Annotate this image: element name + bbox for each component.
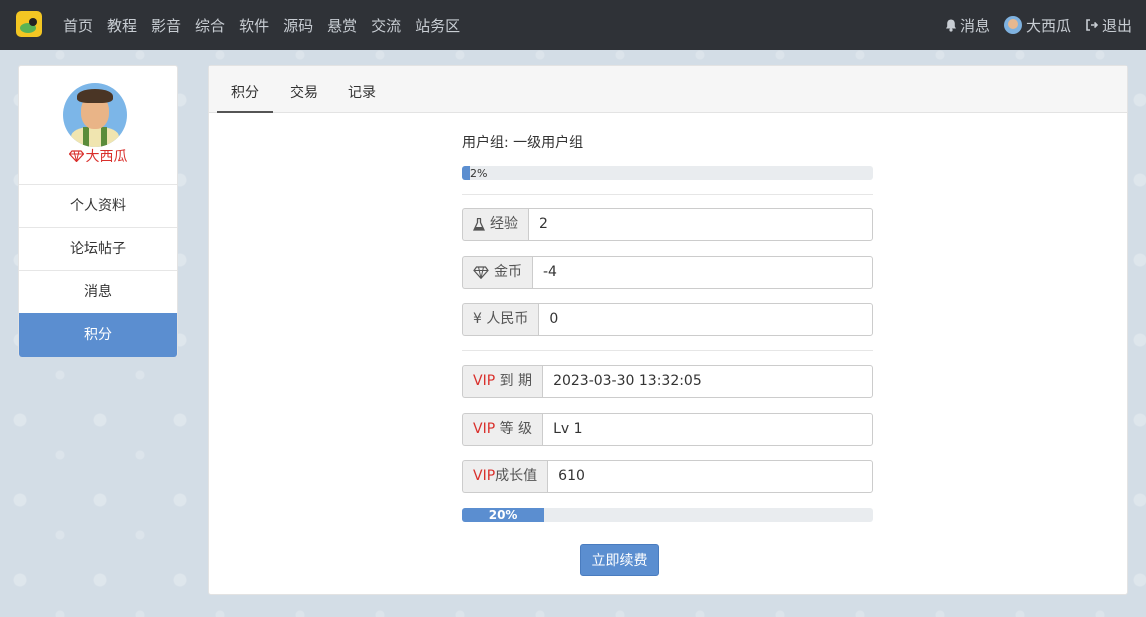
credits-panel: 积分 交易 记录 用户组: 一级用户组 2% 经验 2 金币 -4 ¥ 人民币 …: [208, 65, 1128, 595]
sidebar-username: 大西瓜: [19, 146, 177, 166]
exp-field: 2: [528, 208, 873, 241]
vip-level-addon: VIP 等 级: [462, 413, 543, 446]
sidebar-item-profile[interactable]: 个人资料: [19, 184, 177, 227]
sidebar-username-text: 大西瓜: [85, 149, 128, 165]
nav-item-bounty[interactable]: 悬赏: [320, 15, 364, 36]
level-progress-fill: [462, 166, 471, 180]
messages-link[interactable]: 消息: [945, 15, 990, 36]
vip-level-group: VIP 等 级 Lv 1: [462, 413, 873, 446]
tab-credits[interactable]: 积分: [217, 66, 273, 113]
nav-item-tutorials[interactable]: 教程: [100, 15, 144, 36]
bell-icon: [945, 19, 956, 32]
divider: [462, 194, 873, 195]
level-progress-text: 2%: [470, 167, 488, 180]
exp-label: 经验: [490, 216, 518, 232]
top-navbar: 首页 教程 影音 综合 软件 源码 悬赏 交流 站务区 消息 大西瓜 退出: [0, 0, 1146, 50]
exp-addon: 经验: [462, 208, 528, 241]
nav-item-software[interactable]: 软件: [232, 15, 276, 36]
rmb-field: 0: [538, 303, 873, 336]
vip-expire-addon: VIP 到 期: [462, 365, 543, 398]
tab-records[interactable]: 记录: [339, 66, 385, 112]
avatar: [63, 83, 127, 147]
logout-label: 退出: [1101, 16, 1132, 35]
sidebar-menu: 个人资料 论坛帖子 消息 积分: [19, 184, 177, 357]
diamond-icon: [473, 266, 489, 279]
nav-item-media[interactable]: 影音: [144, 15, 188, 36]
vip-level-field: Lv 1: [542, 413, 873, 446]
exp-group: 经验 2: [462, 208, 873, 241]
sidebar-item-messages[interactable]: 消息: [19, 270, 177, 313]
user-menu[interactable]: 大西瓜: [1003, 15, 1071, 36]
vip-progress-bar: 20%: [462, 508, 873, 522]
coins-group: 金币 -4: [462, 256, 873, 289]
avatar-icon: [1003, 16, 1022, 34]
nav-item-general[interactable]: 综合: [188, 15, 232, 36]
nav-item-site-affairs[interactable]: 站务区: [408, 15, 467, 36]
site-logo[interactable]: [16, 11, 42, 37]
rmb-group: ¥ 人民币 0: [462, 303, 873, 336]
coins-addon: 金币: [462, 256, 532, 289]
vip-progress-text: 20%: [488, 508, 518, 522]
flask-icon: [473, 218, 485, 231]
vip-growth-addon: VIP 成长值: [462, 460, 548, 493]
messages-label: 消息: [959, 16, 990, 35]
sidebar-item-credits[interactable]: 积分: [19, 313, 177, 357]
tab-trade[interactable]: 交易: [281, 66, 327, 112]
sign-out-icon: [1086, 19, 1099, 31]
vip-expire-prefix: VIP: [473, 373, 496, 389]
logout-link[interactable]: 退出: [1085, 15, 1132, 36]
sidebar-item-posts[interactable]: 论坛帖子: [19, 227, 177, 270]
coins-label: 金币: [494, 264, 522, 280]
divider: [462, 350, 873, 351]
nav-item-source[interactable]: 源码: [276, 15, 320, 36]
profile-sidebar: 大西瓜 个人资料 论坛帖子 消息 积分: [18, 65, 178, 357]
level-progress-bar: 2%: [462, 166, 873, 180]
vip-growth-field: 610: [547, 460, 873, 493]
vip-level-prefix: VIP: [473, 421, 496, 437]
rmb-label: ¥ 人民币: [473, 311, 529, 327]
vip-growth-prefix: VIP: [473, 468, 496, 484]
user-nav: 消息 大西瓜 退出: [931, 0, 1132, 50]
user-group: 用户组: 一级用户组: [462, 135, 584, 151]
coins-field: -4: [532, 256, 873, 289]
nav-username: 大西瓜: [1025, 16, 1071, 35]
vip-level-label: 等 级: [495, 421, 533, 437]
nav-item-home[interactable]: 首页: [56, 15, 100, 36]
vip-growth-label: 成长值: [495, 468, 538, 484]
vip-expire-field: 2023-03-30 13:32:05: [542, 365, 873, 398]
vip-expire-label: 到 期: [495, 373, 533, 389]
nav-item-exchange[interactable]: 交流: [364, 15, 408, 36]
vip-expire-group: VIP 到 期 2023-03-30 13:32:05: [462, 365, 873, 398]
rmb-addon: ¥ 人民币: [462, 303, 539, 336]
vip-progress-fill: 20%: [462, 508, 545, 522]
main-nav: 首页 教程 影音 综合 软件 源码 悬赏 交流 站务区: [56, 0, 467, 50]
renew-button[interactable]: 立即续费: [580, 544, 659, 576]
diamond-icon: [68, 150, 84, 162]
vip-growth-group: VIP 成长值 610: [462, 460, 873, 493]
tab-bar: 积分 交易 记录: [209, 66, 1127, 113]
